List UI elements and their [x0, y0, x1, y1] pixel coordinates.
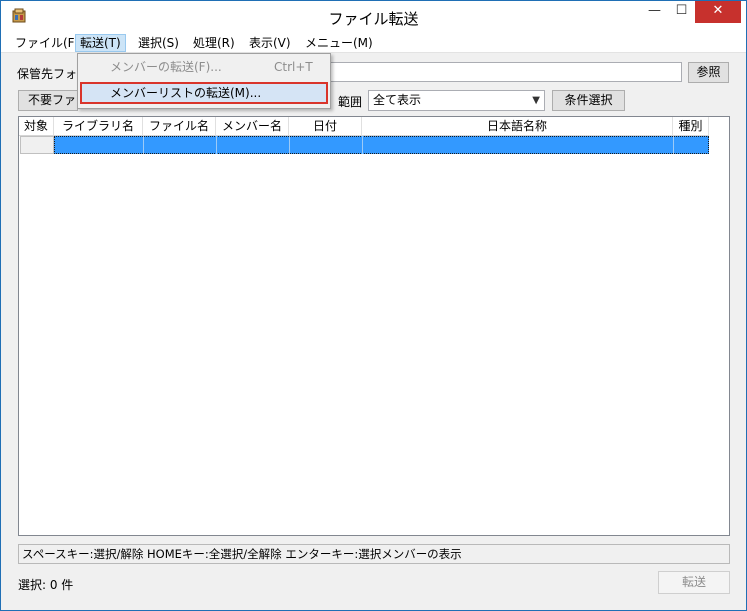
transfer-dropdown-menu: メンバーの転送(F)... Ctrl+T メンバーリストの転送(M)...	[77, 53, 331, 109]
transfer-button: 転送	[658, 571, 730, 594]
menu-transfer[interactable]: 転送(T)	[75, 34, 126, 52]
column-header-date[interactable]: 日付	[289, 117, 362, 136]
row-cell-divider	[673, 136, 674, 154]
unneeded-file-button[interactable]: 不要ファイ	[18, 90, 78, 111]
title-bar: ファイル転送 — ☐ ✕	[1, 1, 746, 33]
menu-item-label: メンバーの転送(F)...	[110, 60, 222, 74]
menu-item-transfer-member-list[interactable]: メンバーリストの転送(M)...	[80, 82, 328, 104]
row-cell-divider	[362, 136, 363, 154]
row-cell-divider	[289, 136, 290, 154]
menu-item-transfer-member: メンバーの転送(F)... Ctrl+T	[80, 56, 328, 78]
chevron-down-icon: ▼	[532, 95, 540, 106]
column-header-file[interactable]: ファイル名	[143, 117, 216, 136]
menu-process[interactable]: 処理(R)	[189, 34, 239, 52]
member-table[interactable]: 対象 ライブラリ名 ファイル名 メンバー名 日付 日本語名称 種別	[18, 116, 730, 536]
minimize-button[interactable]: —	[641, 1, 668, 23]
column-header-japanese-name[interactable]: 日本語名称	[362, 117, 673, 136]
row-cell-divider	[216, 136, 217, 154]
window-title: ファイル転送	[328, 10, 419, 28]
range-label: 範囲	[338, 95, 363, 109]
row-cell-divider	[143, 136, 144, 154]
selection-count: 選択: 0 件	[18, 578, 74, 592]
menu-view[interactable]: 表示(V)	[245, 34, 295, 52]
column-header-member[interactable]: メンバー名	[216, 117, 289, 136]
range-select-value: 全て表示	[373, 93, 422, 107]
menu-select[interactable]: 選択(S)	[134, 34, 183, 52]
menu-menu[interactable]: メニュー(M)	[301, 34, 377, 52]
condition-select-button[interactable]: 条件選択	[552, 90, 625, 111]
close-button[interactable]: ✕	[695, 1, 741, 23]
file-transfer-window: ファイル転送 — ☐ ✕ ファイル(F) 転送(T) 選択(S) 処理(R) 表…	[0, 0, 747, 611]
menu-item-shortcut: Ctrl+T	[274, 60, 313, 74]
maximize-button[interactable]: ☐	[668, 1, 695, 23]
menu-item-label: メンバーリストの転送(M)...	[110, 86, 262, 100]
row-header[interactable]	[20, 136, 54, 154]
column-header-target[interactable]: 対象	[19, 117, 54, 136]
column-header-type[interactable]: 種別	[673, 117, 709, 136]
dest-folder-input[interactable]	[326, 62, 682, 82]
menu-bar: ファイル(F) 転送(T) 選択(S) 処理(R) 表示(V) メニュー(M)	[1, 33, 746, 53]
menu-file[interactable]: ファイル(F)	[11, 34, 83, 52]
column-header-library[interactable]: ライブラリ名	[54, 117, 143, 136]
table-row[interactable]	[54, 136, 709, 154]
key-help-bar: スペースキー:選択/解除 HOMEキー:全選択/全解除 エンターキー:選択メンバ…	[18, 544, 730, 564]
browse-button[interactable]: 参照	[688, 62, 729, 83]
range-select[interactable]: 全て表示 ▼	[368, 90, 545, 111]
